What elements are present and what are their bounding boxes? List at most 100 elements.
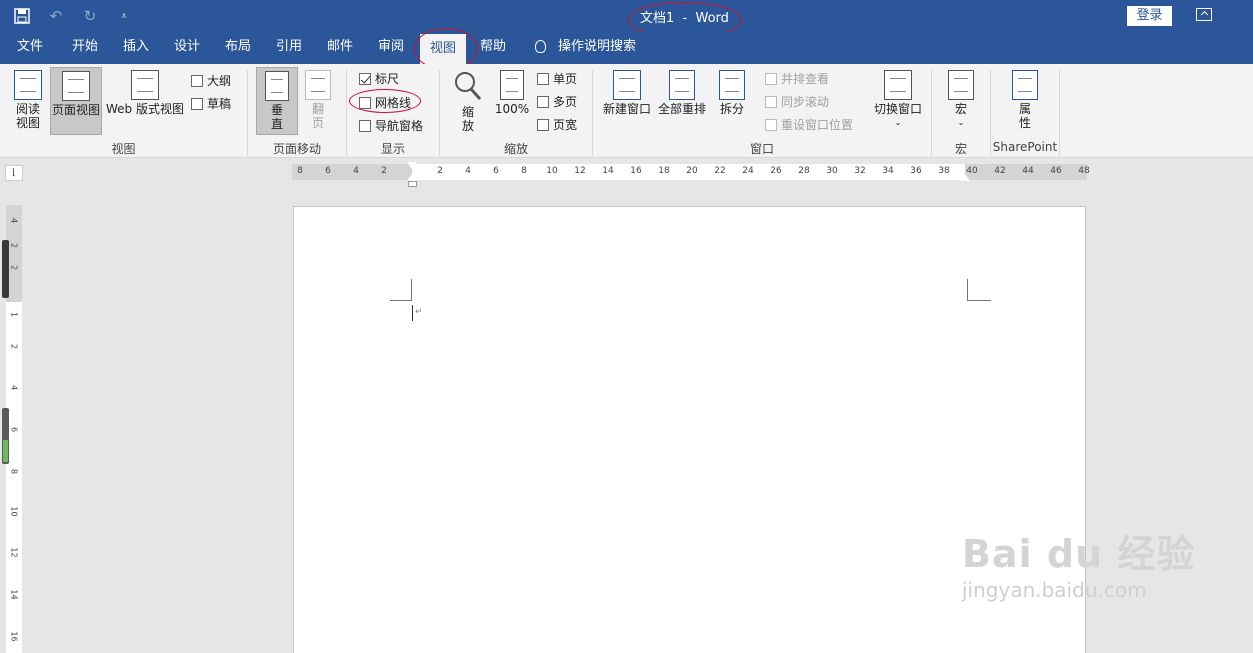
ruler-tick-label: 8: [9, 468, 19, 475]
tab-file[interactable]: 文件: [10, 32, 50, 64]
group-label-sharepoint: SharePoint: [992, 140, 1058, 154]
ruler-tick-label: 2: [381, 166, 387, 176]
tab-design[interactable]: 设计: [166, 32, 208, 64]
watermark-url: jingyan.baidu.com: [962, 578, 1147, 602]
zoom-100-icon: [500, 70, 524, 100]
tell-me-search[interactable]: 操作说明搜索: [558, 32, 638, 64]
text-cursor: [412, 305, 413, 321]
group-divider: [990, 70, 991, 156]
customize-icon[interactable]: ⩡: [114, 6, 134, 26]
first-line-indent-marker[interactable]: [407, 162, 417, 169]
chevron-down-icon: ⌄: [957, 118, 965, 127]
tab-home[interactable]: 开始: [64, 32, 106, 64]
split-button[interactable]: 拆分: [716, 70, 748, 116]
ruler-tick-label: 36: [910, 166, 922, 176]
side-by-side-icon: [765, 72, 777, 85]
ruler-tick-label: 16: [9, 631, 19, 642]
ruler-tick-label: 6: [325, 166, 331, 176]
ruler-tick-label: 4: [465, 166, 471, 176]
zoom-100-button[interactable]: 100%: [494, 70, 530, 116]
outline-icon: [191, 74, 203, 87]
nav-pane-checkbox[interactable]: 导航窗格: [359, 117, 423, 134]
tab-mailings[interactable]: 邮件: [319, 32, 361, 64]
group-divider: [592, 70, 593, 156]
save-icon[interactable]: [12, 6, 32, 26]
page-width-button[interactable]: 页宽: [537, 116, 577, 133]
quick-access-toolbar: ↶ ↻ ⩡: [12, 6, 134, 26]
tab-layout[interactable]: 布局: [217, 32, 259, 64]
chevron-down-icon: ⌄: [894, 118, 902, 127]
outline-button[interactable]: 大纲: [191, 72, 231, 89]
macro-icon: [948, 70, 974, 100]
sync-scroll-button[interactable]: 同步滚动: [765, 93, 829, 110]
title-bar: ↶ ↻ ⩡ 文档1 - Word 登录: [0, 0, 1253, 32]
ruler-tick-label: 8: [297, 166, 303, 176]
ruler-tick-label: 2: [9, 242, 19, 249]
ruler-tick-label: 10: [9, 506, 19, 517]
ruler-check-icon[interactable]: [359, 72, 371, 85]
nav-pane-check-icon[interactable]: [359, 119, 371, 132]
view-side-by-side-button[interactable]: 并排查看: [765, 70, 829, 87]
crop-mark-top-left: [390, 279, 412, 301]
right-indent-marker[interactable]: [960, 174, 970, 181]
web-layout-button[interactable]: Web 版式视图: [104, 70, 186, 116]
switch-windows-icon: [884, 70, 912, 100]
ruler-tick-label: 18: [658, 166, 670, 176]
print-layout-button[interactable]: 页面视图: [50, 67, 102, 135]
macros-button[interactable]: 宏 ⌄: [944, 70, 978, 130]
ruler-tick-label: 10: [546, 166, 558, 176]
login-button[interactable]: 登录: [1127, 6, 1172, 26]
one-page-icon: [537, 72, 549, 85]
tab-references[interactable]: 引用: [268, 32, 310, 64]
properties-button[interactable]: 属 性: [1008, 70, 1042, 130]
zoom-button[interactable]: 缩 放: [452, 70, 484, 133]
multiple-pages-button[interactable]: 多页: [537, 93, 577, 110]
vertical-pages-icon: [265, 71, 289, 101]
lightbulb-icon: [535, 40, 546, 53]
tab-review[interactable]: 审阅: [370, 32, 412, 64]
side-to-side-button[interactable]: 翻 页: [303, 70, 333, 130]
arrange-all-icon: [669, 70, 695, 100]
reset-window-position-button[interactable]: 重设窗口位置: [765, 116, 853, 133]
undo-icon[interactable]: ↶: [46, 6, 66, 26]
page-width-icon: [537, 118, 549, 131]
group-label-window: 窗口: [749, 142, 774, 156]
redo-icon[interactable]: ↻: [80, 6, 100, 26]
vertical-button[interactable]: 垂 直: [256, 67, 298, 135]
page-scroll-handle[interactable]: [2, 240, 9, 298]
paragraph-mark-icon: ↵: [415, 307, 423, 317]
ruler-checkbox[interactable]: 标尺: [359, 70, 399, 87]
ruler-tick-label: 6: [9, 426, 19, 433]
page-icon: [62, 71, 90, 101]
hanging-indent-marker[interactable]: [407, 174, 417, 181]
progress-indicator: [3, 440, 8, 462]
ribbon-tabs: 文件 开始 插入 设计 布局 引用 邮件 审阅 视图 帮助 操作说明搜索: [0, 32, 1253, 64]
switch-windows-button[interactable]: 切换窗口 ⌄: [872, 70, 924, 130]
new-window-button[interactable]: 新建窗口: [600, 70, 654, 116]
ruler-tick-label: 44: [1022, 166, 1034, 176]
tab-insert[interactable]: 插入: [115, 32, 157, 64]
ruler-tick-label: 26: [770, 166, 782, 176]
multiple-pages-icon: [537, 95, 549, 108]
ruler-tick-label: 16: [630, 166, 642, 176]
ruler-tick-label: 48: [1078, 166, 1090, 176]
group-label-views: 视图: [111, 142, 136, 156]
one-page-button[interactable]: 单页: [537, 70, 577, 87]
arrange-all-button[interactable]: 全部重排: [655, 70, 709, 116]
tab-selector[interactable]: ⌊: [5, 165, 23, 181]
left-indent-marker[interactable]: [408, 181, 417, 187]
read-mode-button[interactable]: 阅读 视图: [10, 70, 46, 130]
gridlines-annotation-oval: [349, 89, 421, 113]
new-window-icon: [613, 70, 641, 100]
reset-window-icon: [765, 118, 777, 131]
ribbon-display-options-icon[interactable]: [1196, 8, 1212, 21]
ruler-tick-label: 12: [574, 166, 586, 176]
ruler-tick-label: 34: [882, 166, 894, 176]
draft-button[interactable]: 草稿: [191, 95, 231, 112]
ruler-tick-label: 14: [602, 166, 614, 176]
ruler-tick-label: 6: [493, 166, 499, 176]
ruler-tick-label: 14: [9, 589, 19, 600]
tab-help[interactable]: 帮助: [472, 32, 514, 64]
ruler-tick-label: 8: [521, 166, 527, 176]
ruler-tick-label: 2: [9, 264, 19, 271]
